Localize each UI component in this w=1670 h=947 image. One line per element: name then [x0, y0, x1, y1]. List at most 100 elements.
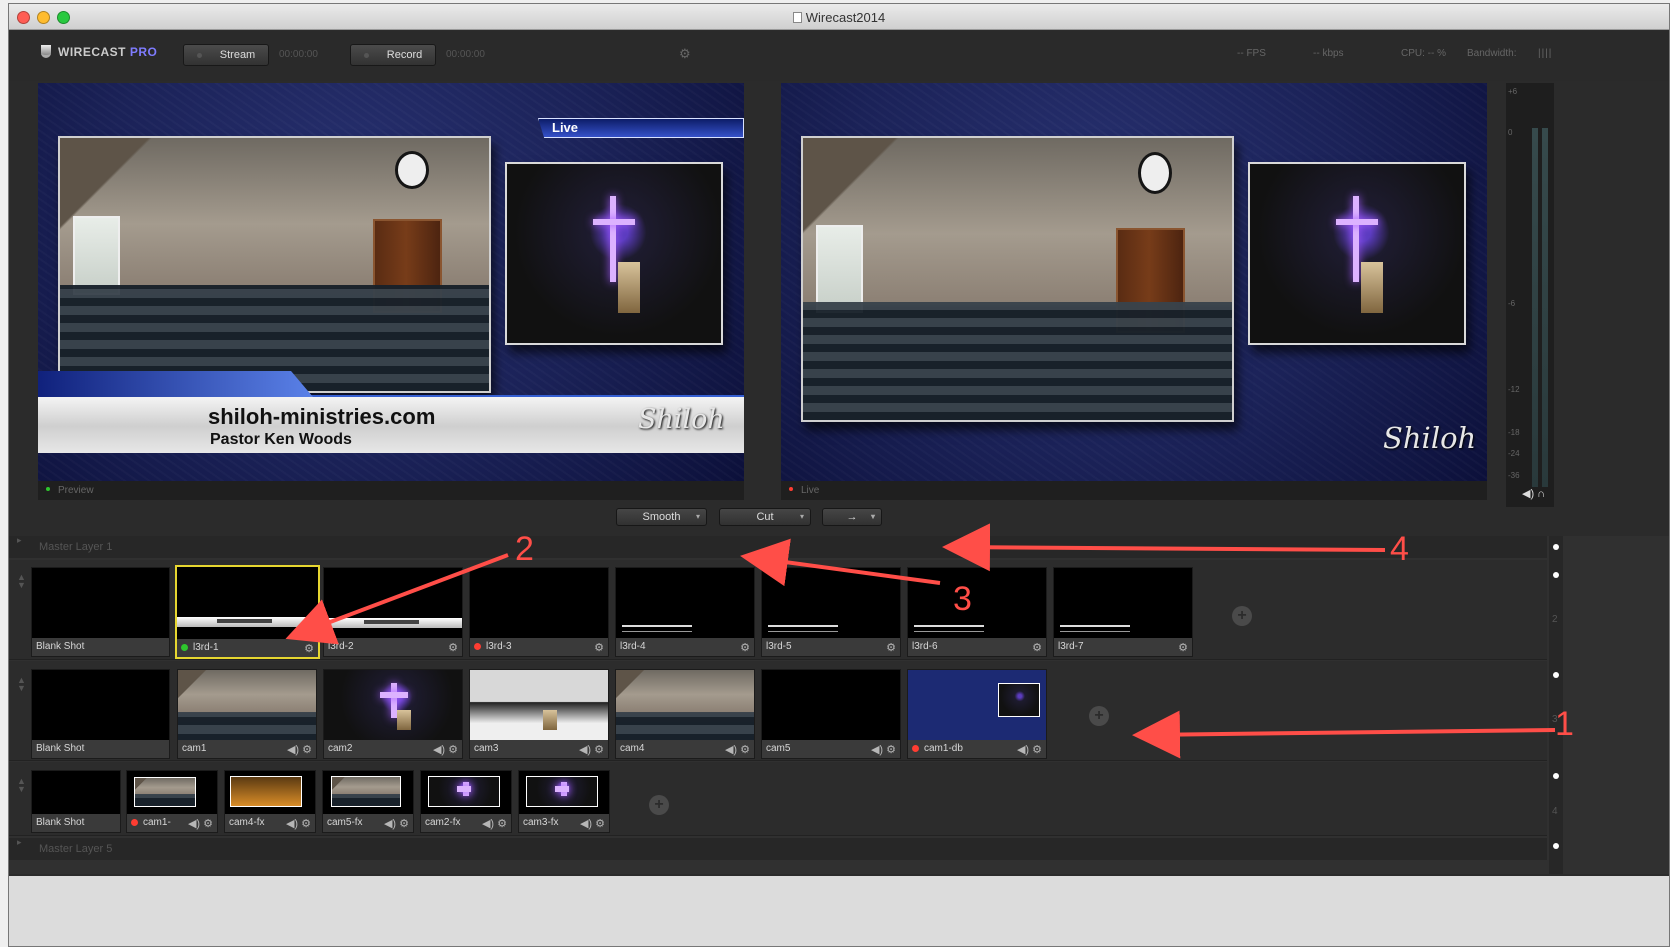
top-toolbar: WIRECAST PRO Stream 00:00:00 Record 00:0… [9, 31, 1669, 81]
gear-icon[interactable]: ⚙ [448, 641, 458, 654]
shot-thumbnail[interactable]: cam4-fx ◀) ⚙ [224, 770, 316, 833]
preview-monitor[interactable]: Live shiloh-ministries.com Pastor Ken Wo… [38, 83, 744, 500]
stage-camera-view [505, 162, 723, 345]
speaker-gear-icons[interactable]: ◀) ⚙ [433, 743, 458, 756]
layer-dot-icon[interactable] [1553, 672, 1559, 678]
live-status-dot [131, 819, 138, 826]
gear-icon[interactable]: ⚙ [594, 641, 604, 654]
record-status-dot [363, 53, 369, 58]
shot-thumbnail[interactable]: cam2 ◀) ⚙ [323, 669, 463, 759]
shot-thumbnail[interactable]: cam5-fx ◀) ⚙ [322, 770, 414, 833]
shot-thumbnail[interactable]: cam3 ◀) ⚙ [469, 669, 609, 759]
add-shot-plus-icon[interactable]: + [1089, 706, 1109, 726]
camera-thumbnail-stage [470, 670, 608, 742]
speaker-gear-icons[interactable]: ◀) ⚙ [384, 817, 409, 830]
wall-clock-icon [394, 150, 429, 189]
shot-thumbnail[interactable]: cam5 ◀) ⚙ [761, 669, 901, 759]
go-button[interactable]: → ▾ [822, 508, 882, 526]
audio-meter: +6 0 -6 -12 -18 -24 -36 ◀) ∩ [1506, 83, 1554, 507]
shot-thumbnail[interactable]: cam1-db ◀) ⚙ [907, 669, 1047, 759]
speaker-gear-icons[interactable]: ◀) ⚙ [580, 817, 605, 830]
fps-readout: -- FPS [1237, 48, 1266, 59]
layer-dot-icon[interactable] [1553, 572, 1559, 578]
speaker-gear-icons[interactable]: ◀) ⚙ [579, 743, 604, 756]
shot-thumbnail[interactable]: Blank Shot [31, 669, 170, 759]
cut-transition-dropdown[interactable]: Cut ▾ [719, 508, 811, 526]
preview-status-dot [181, 644, 188, 651]
kbps-readout: -- kbps [1313, 48, 1344, 59]
shot-thumbnail[interactable]: cam4 ◀) ⚙ [615, 669, 755, 759]
shot-thumbnail[interactable]: l3rd-5 ⚙ [761, 567, 901, 657]
gear-icon[interactable]: ⚙ [886, 641, 896, 654]
shot-thumbnail[interactable]: cam1- ◀) ⚙ [126, 770, 218, 833]
gear-icon[interactable]: ⚙ [1178, 641, 1188, 654]
shot-thumbnail[interactable]: l3rd-3 ⚙ [469, 567, 609, 657]
speaker-gear-icons[interactable]: ◀) ⚙ [287, 743, 312, 756]
wirecast-glass-icon [41, 45, 51, 58]
annotation-number-3: 3 [953, 580, 972, 618]
live-sanctuary-camera-view [801, 136, 1234, 422]
settings-gear-icon[interactable]: ⚙ [679, 46, 691, 62]
meter-tick: 0 [1508, 128, 1513, 137]
thumbnail-chairs [616, 711, 754, 742]
shot-caption: l3rd-4 [616, 638, 754, 656]
shot-caption: l3rd-1 [177, 639, 318, 657]
master-layer-5-header[interactable]: ▸ Master Layer 5 [9, 838, 1547, 860]
preview-label: Preview [46, 485, 94, 496]
shot-thumbnail[interactable]: cam1 ◀) ⚙ [177, 669, 317, 759]
record-timer: 00:00:00 [446, 49, 485, 60]
speaker-gear-icons[interactable]: ◀) ⚙ [1017, 743, 1042, 756]
transition-controls: Smooth ▾ Cut ▾ → ▾ [9, 504, 1669, 532]
lower-third-graphic: shiloh-ministries.com Pastor Ken Woods S… [38, 371, 744, 453]
shot-thumbnail[interactable]: l3rd-7 ⚙ [1053, 567, 1193, 657]
row-reorder-icon[interactable]: ▲ ▼ [17, 573, 26, 590]
master-layer-1-header[interactable]: ▸ Master Layer 1 [9, 536, 1547, 558]
thumbnail-chairs [332, 793, 400, 806]
gear-icon[interactable]: ⚙ [304, 642, 314, 655]
row-reorder-icon[interactable]: ▲ ▼ [17, 777, 26, 794]
layer-dot-icon[interactable] [1553, 773, 1559, 779]
annotation-number-2: 2 [515, 530, 534, 568]
speaker-gear-icons[interactable]: ◀) ⚙ [286, 817, 311, 830]
live-monitor[interactable]: Shiloh Live [781, 83, 1487, 500]
document-icon [792, 12, 802, 23]
stream-button[interactable]: Stream [183, 44, 269, 66]
expand-arrow-icon: ▸ [17, 837, 22, 847]
speaker-gear-icons[interactable]: ◀) ⚙ [725, 743, 750, 756]
shot-thumbnail[interactable]: l3rd-4 ⚙ [615, 567, 755, 657]
shot-thumbnail[interactable]: Blank Shot [31, 770, 121, 833]
layer-dot-icon[interactable] [1553, 544, 1559, 550]
shot-caption: l3rd-5 [762, 638, 900, 656]
tiny-lower-third-text [1060, 625, 1130, 632]
shot-thumbnail-selected[interactable]: l3rd-1 ⚙ [175, 565, 320, 659]
shot-thumbnail[interactable]: l3rd-2 ⚙ [323, 567, 463, 657]
speaker-gear-icons[interactable]: ◀) ⚙ [188, 817, 213, 830]
shot-caption: Blank Shot [32, 740, 169, 758]
thumbnail-podium [542, 709, 557, 730]
live-shiloh-logo: Shiloh [1383, 421, 1477, 455]
camera-thumbnail-stage [526, 776, 598, 807]
gear-icon[interactable]: ⚙ [1032, 641, 1042, 654]
row-reorder-icon[interactable]: ▲ ▼ [17, 676, 26, 693]
meter-tick: -6 [1508, 299, 1516, 308]
shot-thumbnail[interactable]: l3rd-6 ⚙ [907, 567, 1047, 657]
add-shot-plus-icon[interactable]: + [649, 795, 669, 815]
shot-thumbnail[interactable]: cam2-fx ◀) ⚙ [420, 770, 512, 833]
speaker-gear-icons[interactable]: ◀) ⚙ [871, 743, 896, 756]
right-audio-level [1542, 128, 1548, 487]
layer-dot-icon[interactable] [1553, 843, 1559, 849]
annotation-number-1: 1 [1555, 705, 1574, 743]
cross-icon [609, 196, 616, 283]
live-window-light [815, 225, 864, 313]
wirecast-window: Wirecast2014 WIRECAST PRO Stream 00:00:0… [8, 3, 1670, 947]
speaker-headphones-icons[interactable]: ◀) ∩ [1522, 487, 1545, 500]
record-button[interactable]: Record [350, 44, 436, 66]
add-shot-plus-icon[interactable]: + [1232, 606, 1252, 626]
speaker-gear-icons[interactable]: ◀) ⚙ [482, 817, 507, 830]
shot-thumbnail[interactable]: Blank Shot [31, 567, 170, 657]
smooth-transition-dropdown[interactable]: Smooth ▾ [616, 508, 707, 526]
live-cross-crossbar [1335, 219, 1379, 226]
gear-icon[interactable]: ⚙ [740, 641, 750, 654]
shot-thumbnail[interactable]: cam3-fx ◀) ⚙ [518, 770, 610, 833]
shot-caption: l3rd-6 [908, 638, 1046, 656]
